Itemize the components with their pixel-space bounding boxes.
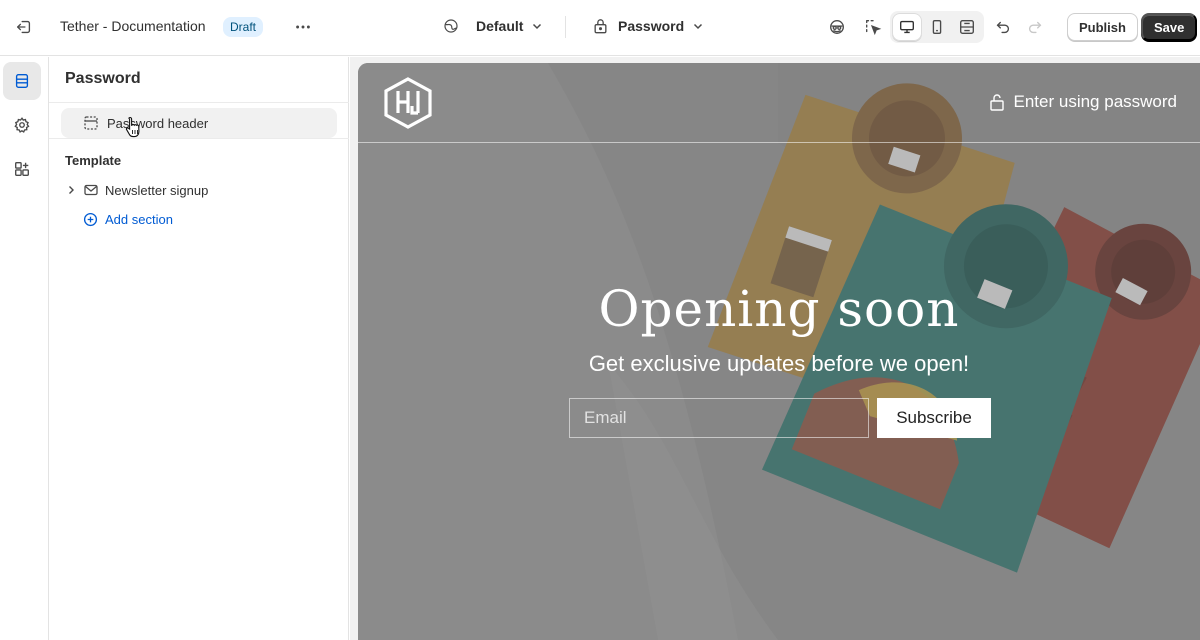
section-label: Password header: [107, 115, 209, 131]
chevron-down-icon: [694, 23, 703, 30]
enter-password-label: Enter using password: [1013, 92, 1177, 111]
email-field[interactable]: [569, 398, 869, 438]
undo-icon[interactable]: [987, 11, 1019, 43]
icon-rail: [0, 57, 49, 640]
section-password-header[interactable]: Password header: [61, 108, 337, 138]
more-actions-icon[interactable]: [287, 11, 319, 43]
store-name: Tether - Documentation: [60, 18, 206, 34]
theme-dropdown-label: Default: [476, 18, 524, 34]
apps-icon[interactable]: [3, 150, 41, 188]
top-bar: Tether - Documentation Draft Default Pas…: [0, 0, 1200, 56]
header-section-icon: [84, 116, 98, 130]
lock-open-icon: [989, 94, 1004, 111]
chevron-down-icon: [533, 23, 542, 30]
section-newsletter-signup[interactable]: Newsletter signup: [65, 182, 208, 198]
globe-icon: [444, 19, 458, 33]
preview-canvas: Enter using password Opening soon Get ex…: [350, 57, 1200, 640]
fullscreen-icon[interactable]: [952, 13, 982, 41]
storefront-preview: Enter using password Opening soon Get ex…: [358, 63, 1200, 640]
page-dropdown-label: Password: [618, 18, 685, 34]
newsletter-subheading: Get exclusive updates before we open!: [588, 351, 970, 376]
accessibility-inspector-icon[interactable]: [821, 11, 853, 43]
add-circle-icon: [83, 212, 98, 227]
add-section-label: Add section: [105, 212, 173, 227]
password-header: Enter using password: [358, 63, 1200, 143]
device-toggle-group: [890, 11, 984, 43]
exit-icon[interactable]: [8, 11, 40, 43]
theme-dropdown[interactable]: Default: [443, 18, 543, 34]
sections-icon[interactable]: [3, 62, 41, 100]
enter-using-password-link[interactable]: Enter using password: [989, 92, 1177, 112]
chevron-right-icon: [69, 186, 74, 194]
inspector-select-icon[interactable]: [857, 11, 889, 43]
draft-badge: Draft: [223, 17, 264, 37]
section-label: Newsletter signup: [105, 182, 209, 198]
store-logo-icon: [384, 77, 432, 129]
sidebar-title: Password: [65, 70, 141, 87]
add-section-button[interactable]: Add section: [83, 212, 173, 227]
page-dropdown[interactable]: Password: [593, 18, 704, 34]
template-heading: Template: [65, 153, 122, 168]
subscribe-button[interactable]: Subscribe: [877, 398, 991, 438]
desktop-icon[interactable]: [892, 13, 922, 41]
redo-icon[interactable]: [1019, 11, 1051, 43]
mail-icon: [84, 184, 98, 196]
lock-icon: [594, 19, 607, 34]
publish-button[interactable]: Publish: [1067, 13, 1138, 41]
save-button[interactable]: Save: [1141, 13, 1198, 41]
sections-sidebar: Password Password header Template Newsle…: [49, 57, 349, 640]
mobile-icon[interactable]: [922, 13, 952, 41]
settings-gear-icon[interactable]: [3, 106, 41, 144]
opening-soon-heading: Opening soon: [598, 280, 960, 338]
